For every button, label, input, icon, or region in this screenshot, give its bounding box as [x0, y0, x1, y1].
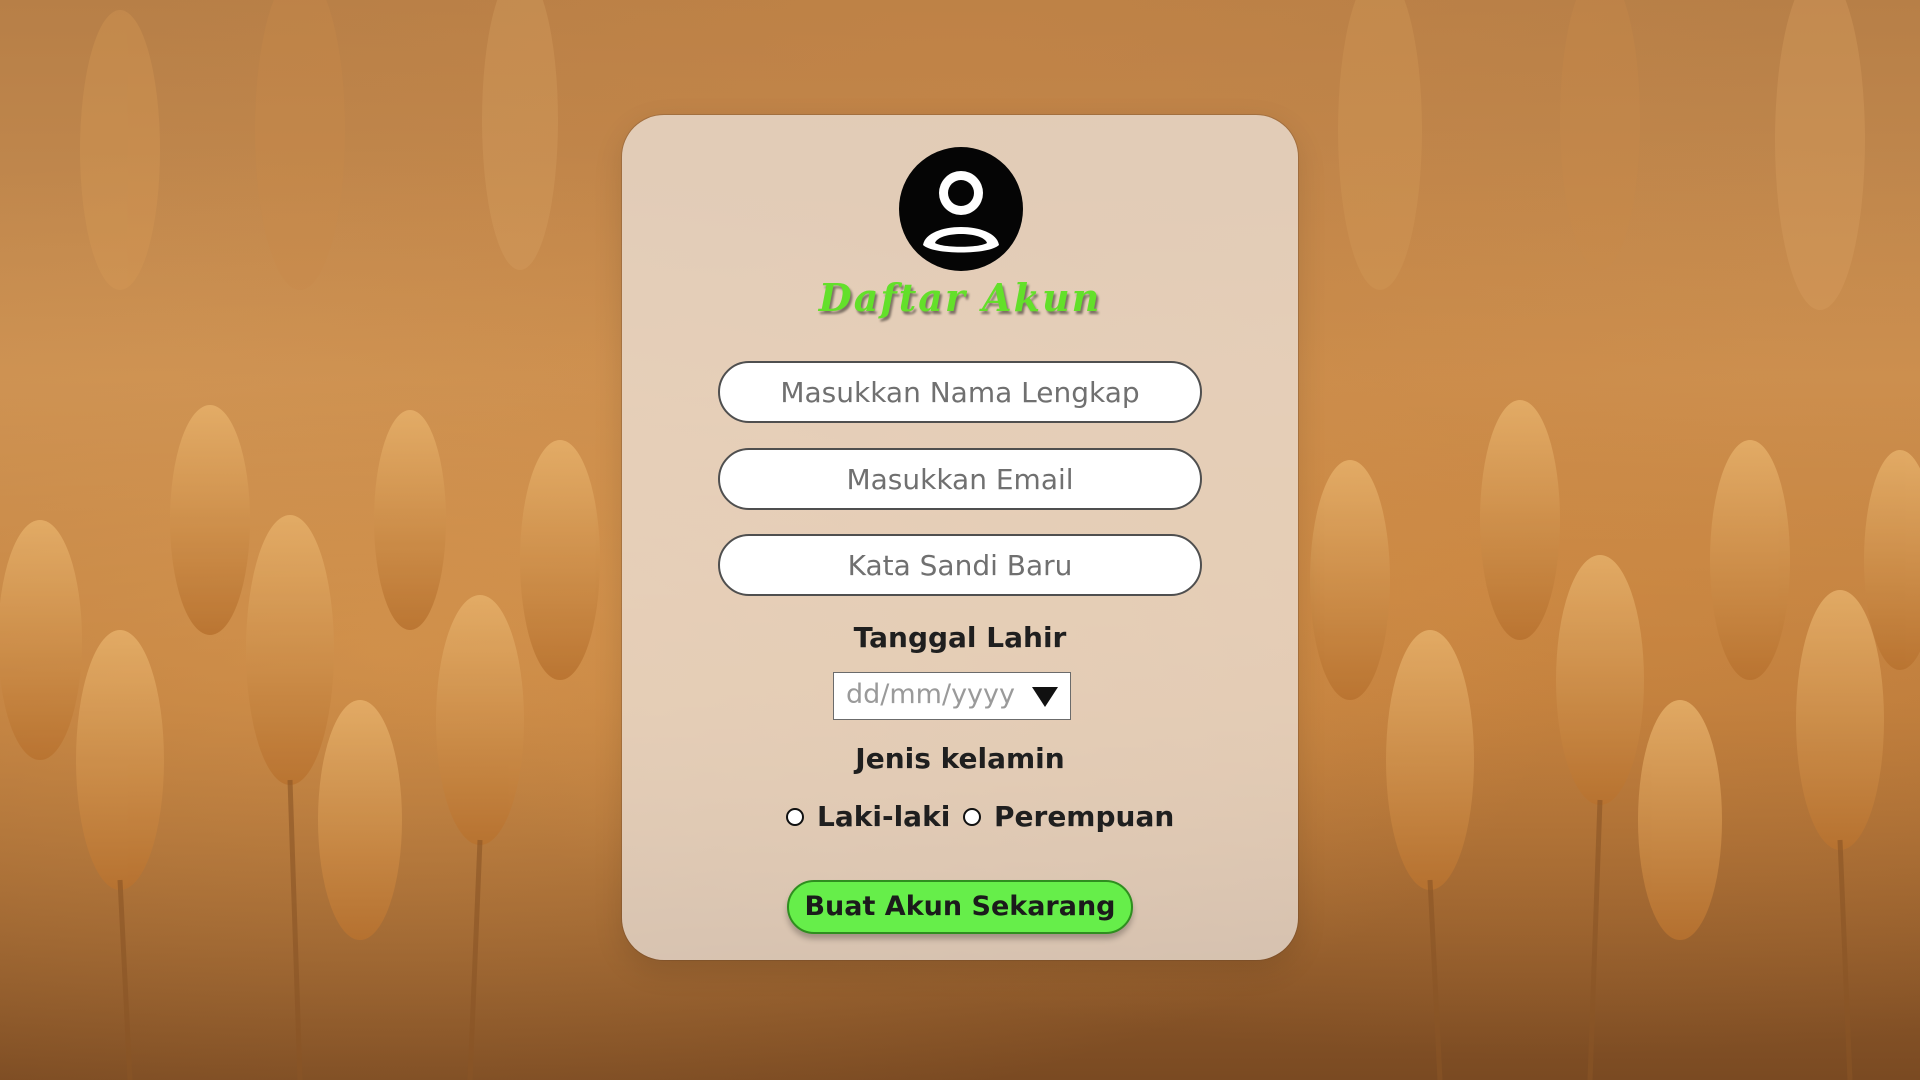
gender-option-male-label[interactable]: Laki-laki [817, 800, 950, 833]
gender-radio-female[interactable] [963, 808, 981, 826]
birthdate-picker[interactable]: dd/mm/yyyy [833, 672, 1071, 720]
form-title: Daftar Akun [818, 275, 1102, 320]
birthdate-label: Tanggal Lahir [853, 621, 1067, 654]
gender-radio-male[interactable] [786, 808, 804, 826]
gender-option-female-label[interactable]: Perempuan [994, 800, 1174, 833]
user-avatar-icon [899, 147, 1023, 271]
triangle-down-icon[interactable] [1032, 687, 1058, 707]
register-card: Daftar Akun Tanggal Lahir dd/mm/yyyy Jen… [622, 115, 1298, 960]
full-name-input[interactable] [718, 361, 1202, 423]
gender-radio-group: Laki-laki Perempuan [622, 800, 1298, 840]
email-input[interactable] [718, 448, 1202, 510]
gender-label: Jenis kelamin [855, 742, 1065, 775]
create-account-button[interactable]: Buat Akun Sekarang [787, 880, 1133, 934]
birthdate-placeholder: dd/mm/yyyy [846, 679, 1015, 710]
new-password-input[interactable] [718, 534, 1202, 596]
